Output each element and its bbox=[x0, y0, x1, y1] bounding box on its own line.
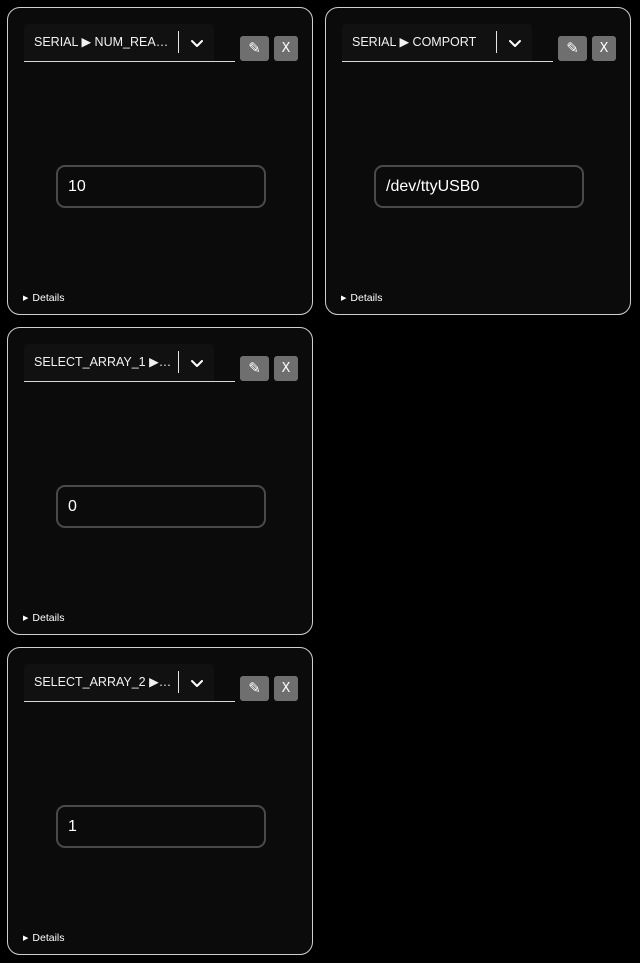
close-button[interactable]: X bbox=[592, 36, 616, 61]
variable-card: SERIAL ▶ NUM_READINGS ✎ X ▶Details bbox=[7, 7, 313, 315]
selector-box[interactable]: SELECT_ARRAY_2 ▶ INDEX bbox=[24, 664, 214, 701]
chevron-down-icon[interactable] bbox=[187, 33, 207, 53]
variable-card: SELECT_ARRAY_1 ▶ INDEX ✎ X ▶Details bbox=[7, 327, 313, 635]
edit-button[interactable]: ✎ bbox=[240, 356, 269, 381]
triangle-right-icon: ▶ bbox=[23, 615, 29, 622]
triangle-right-icon: ▶ bbox=[23, 295, 29, 302]
selector-box[interactable]: SELECT_ARRAY_1 ▶ INDEX bbox=[24, 344, 214, 381]
pencil-icon: ✎ bbox=[248, 40, 261, 57]
details-label: Details bbox=[32, 612, 65, 624]
selector-separator bbox=[178, 351, 179, 373]
edit-button[interactable]: ✎ bbox=[558, 36, 587, 61]
pencil-icon: ✎ bbox=[248, 360, 261, 377]
triangle-right-icon: ▶ bbox=[23, 935, 29, 942]
value-input[interactable] bbox=[56, 485, 266, 528]
selector-separator bbox=[178, 31, 179, 53]
variable-card: SERIAL ▶ COMPORT ✎ X ▶Details bbox=[325, 7, 631, 315]
chevron-down-icon[interactable] bbox=[187, 673, 207, 693]
pencil-icon: ✎ bbox=[248, 680, 261, 697]
selector-separator bbox=[496, 31, 497, 53]
close-button[interactable]: X bbox=[274, 36, 298, 61]
details-toggle[interactable]: ▶ Details bbox=[23, 292, 65, 305]
close-button[interactable]: X bbox=[274, 356, 298, 381]
selector-value: SERIAL ▶ COMPORT bbox=[352, 35, 477, 49]
selector-separator bbox=[178, 671, 179, 693]
edit-button[interactable]: ✎ bbox=[240, 36, 269, 61]
variable-selector[interactable]: SELECT_ARRAY_2 ▶ INDEX bbox=[24, 664, 235, 702]
details-toggle[interactable]: ▶ Details bbox=[23, 612, 65, 625]
close-button[interactable]: X bbox=[274, 676, 298, 701]
chevron-down-icon[interactable] bbox=[187, 353, 207, 373]
value-input[interactable] bbox=[56, 805, 266, 848]
selector-value: SELECT_ARRAY_1 ▶ INDEX bbox=[34, 355, 172, 369]
variable-selector[interactable]: SERIAL ▶ COMPORT bbox=[342, 24, 553, 62]
edit-button[interactable]: ✎ bbox=[240, 676, 269, 701]
variable-card: SELECT_ARRAY_2 ▶ INDEX ✎ X ▶Details bbox=[7, 647, 313, 955]
widget-grid: SERIAL ▶ NUM_READINGS ✎ X ▶Details SERIA… bbox=[0, 0, 640, 963]
chevron-down-icon[interactable] bbox=[505, 33, 525, 53]
details-toggle[interactable]: ▶ Details bbox=[341, 292, 383, 305]
selector-box[interactable]: SERIAL ▶ COMPORT bbox=[342, 24, 532, 61]
selector-value: SELECT_ARRAY_2 ▶ INDEX bbox=[34, 675, 172, 689]
variable-selector[interactable]: SELECT_ARRAY_1 ▶ INDEX bbox=[24, 344, 235, 382]
details-label: Details bbox=[32, 932, 65, 944]
value-input[interactable] bbox=[56, 165, 266, 208]
variable-selector[interactable]: SERIAL ▶ NUM_READINGS bbox=[24, 24, 235, 62]
selector-value: SERIAL ▶ NUM_READINGS bbox=[34, 35, 172, 49]
details-label: Details bbox=[350, 292, 383, 304]
details-label: Details bbox=[32, 292, 65, 304]
close-icon: X bbox=[281, 681, 291, 696]
close-icon: X bbox=[599, 41, 609, 56]
value-input[interactable] bbox=[374, 165, 584, 208]
close-icon: X bbox=[281, 361, 291, 376]
selector-box[interactable]: SERIAL ▶ NUM_READINGS bbox=[24, 24, 214, 61]
triangle-right-icon: ▶ bbox=[341, 295, 347, 302]
close-icon: X bbox=[281, 41, 291, 56]
pencil-icon: ✎ bbox=[566, 40, 579, 57]
details-toggle[interactable]: ▶ Details bbox=[23, 932, 65, 945]
